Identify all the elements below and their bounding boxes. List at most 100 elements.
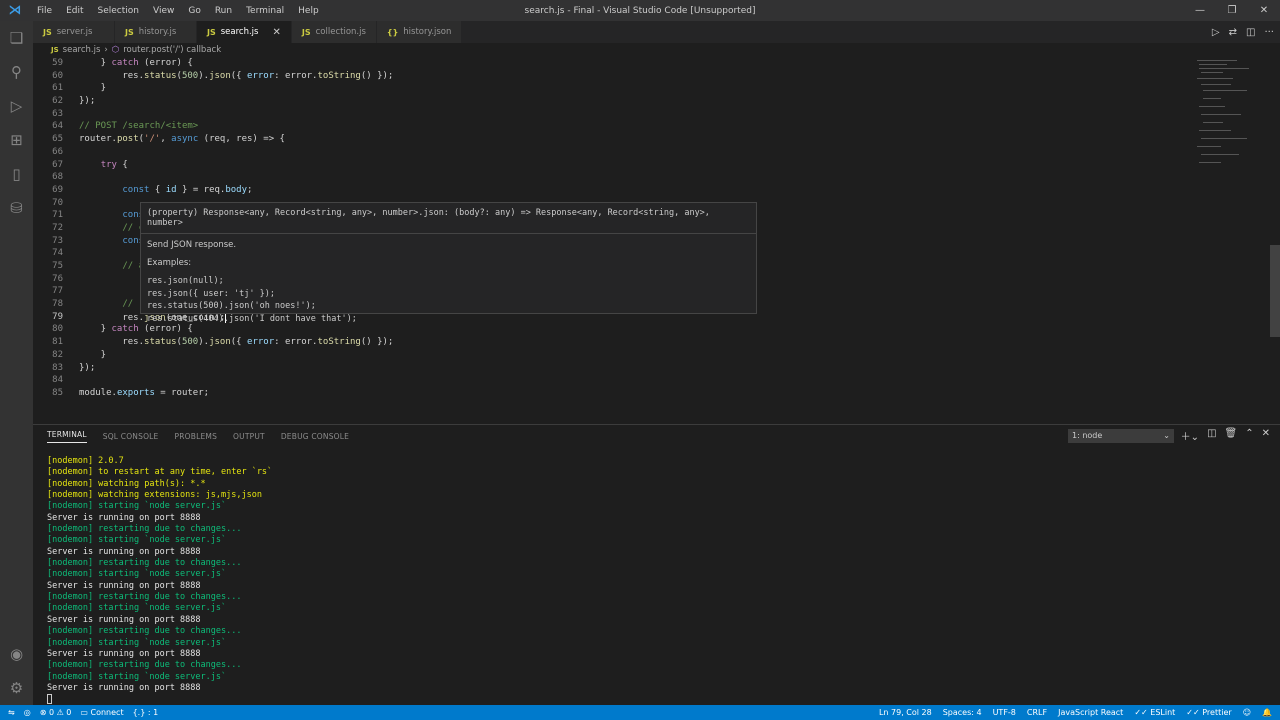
terminal-line: [nodemon] starting `node server.js` [47,569,227,580]
hover-example: res.status(404).json('I dont have that')… [147,313,357,324]
chevron-down-icon: ⌄ [1163,431,1170,440]
hover-example: res.status(500).json('oh noes!'); [147,301,316,311]
breadcrumb-file[interactable]: search.js [63,45,101,55]
terminal-line: [nodemon] starting `node server.js` [47,637,227,648]
tab-label: search.js [220,27,259,37]
search-icon[interactable]: ⚲ [0,55,33,89]
line-ending[interactable]: CRLF [1027,708,1047,717]
new-terminal-icon[interactable]: ＋⌄ [1181,428,1199,443]
language-mode[interactable]: JavaScript React [1058,708,1123,717]
tab-label: server.js [56,27,93,37]
error-count: 0 [48,708,55,717]
js-file-icon: JS [207,27,216,37]
minimize-icon[interactable]: — [1184,0,1216,21]
code-line: 64// POST /search/<item> [52,121,199,132]
code-line: 63 [52,108,63,119]
menu-terminal[interactable]: Terminal [239,6,291,16]
terminal-line: Server is running on port 8888 [47,580,201,591]
extensions-icon[interactable]: ⊞ [0,123,33,157]
account-icon[interactable]: ◉ [0,637,33,671]
breadcrumb: JS search.js › ⬡ router.post('/') callba… [33,43,1280,57]
terminal-line: [nodemon] starting `node server.js` [47,603,227,614]
remote-explorer-icon[interactable]: ▯ [0,157,33,191]
terminal-line: [nodemon] starting `node server.js` [47,535,227,546]
bottom-panel: TERMINAL SQL CONSOLE PROBLEMS OUTPUT DEB… [33,424,1280,705]
tab-collection-js[interactable]: JS collection.js [291,21,377,43]
tab-problems[interactable]: PROBLEMS [175,432,218,441]
menu-selection[interactable]: Selection [91,6,146,16]
split-editor-icon[interactable]: ◫ [1246,27,1255,38]
code-line: 61 } [52,83,107,94]
js-file-icon: JS [51,46,59,54]
function-icon: ⬡ [111,45,120,55]
run-debug-icon[interactable]: ▷ [0,89,33,123]
eslint-status[interactable]: ✓✓ ESLint [1134,708,1175,717]
prettier-status[interactable]: ✓✓ Prettier [1186,708,1231,717]
terminal-line: Server is running on port 8888 [47,546,201,557]
cursor-position[interactable]: Ln 79, Col 28 [879,708,932,717]
tab-debug-console[interactable]: DEBUG CONSOLE [281,432,349,441]
problems-status[interactable]: ⊗ 0 ⚠ 0 [40,708,72,717]
tab-sql-console[interactable]: SQL CONSOLE [103,432,159,441]
tab-terminal[interactable]: TERMINAL [47,430,87,443]
terminal-line: [nodemon] to restart at any time, enter … [47,467,273,478]
trash-icon[interactable]: 🗑 [1225,428,1238,443]
live-share-icon[interactable]: ◎ [24,708,31,717]
breadcrumb-symbol[interactable]: router.post('/') callback [123,45,221,55]
menu-run[interactable]: Run [208,6,239,16]
menu-go[interactable]: Go [181,6,207,16]
code-line: 69 const { id } = req.body; [52,184,253,195]
terminal-line: Server is running on port 8888 [47,648,201,659]
terminal-output[interactable]: [nodemon] 2.0.7 [nodemon] to restart at a… [33,447,1280,706]
menu-view[interactable]: View [146,6,181,16]
split-terminal-icon[interactable]: ◫ [1207,428,1216,443]
misc-status[interactable]: {.} : 1 [133,708,159,717]
run-file-icon[interactable]: ▷ [1212,27,1220,38]
close-tab-icon[interactable]: ✕ [272,27,280,38]
remote-icon[interactable]: ⇋ [8,708,15,717]
code-line: 67 try { [52,159,128,170]
menu-file[interactable]: File [30,6,59,16]
terminal-line: Server is running on port 8888 [47,614,201,625]
tab-search-js[interactable]: JS search.js ✕ [197,21,292,43]
terminal-select[interactable]: 1: node ⌄ [1068,429,1174,443]
terminal-line: Server is running on port 8888 [47,682,201,693]
terminal-line: [nodemon] 2.0.7 [47,456,124,466]
code-line: 85 module.exports = router; [52,387,210,398]
menu-edit[interactable]: Edit [59,6,90,16]
explorer-icon[interactable]: ❏ [0,21,33,55]
editor-scrollbar[interactable] [1270,245,1280,337]
maximize-panel-icon[interactable]: ⌃ [1245,428,1253,443]
js-file-icon: JS [301,27,311,37]
tab-output[interactable]: OUTPUT [233,432,265,441]
more-actions-icon[interactable]: ··· [1264,27,1274,38]
code-line: 65 router.post('/', async (req, res) => { [52,134,285,145]
tab-history-json[interactable]: {} history.json [376,21,463,43]
terminal-line: [nodemon] starting `node server.js` [47,501,227,512]
restore-icon[interactable]: ❐ [1216,0,1248,21]
code-line: 84 [52,375,63,386]
chevron-right-icon: › [104,45,108,55]
notifications-icon[interactable]: 🔔 [1262,708,1272,717]
compare-icon[interactable]: ⇄ [1229,27,1237,38]
code-line: 83}); [52,362,96,373]
code-line: 60 res.status(500).json({ error: error.t… [52,70,394,81]
feedback-icon[interactable]: ☺ [1243,708,1251,717]
settings-gear-icon[interactable]: ⚙ [0,671,33,705]
indentation[interactable]: Spaces: 4 [943,708,982,717]
status-bar: ⇋ ◎ ⊗ 0 ⚠ 0 ▭ Connect {.} : 1 Ln 79, Col… [0,705,1280,720]
menu-help[interactable]: Help [291,6,326,16]
hover-tooltip: (property) Response<any, Record<string, … [140,202,757,324]
close-panel-icon[interactable]: ✕ [1262,428,1270,443]
tab-history-js[interactable]: JS history.js [115,21,197,43]
close-window-icon[interactable]: ✕ [1248,0,1280,21]
database-icon[interactable]: ⛁ [0,191,33,225]
tab-server-js[interactable]: JS server.js [33,21,115,43]
encoding[interactable]: UTF-8 [993,708,1016,717]
connect-status[interactable]: ▭ Connect [80,708,123,717]
hover-example: res.json(null); [147,276,224,286]
minimap[interactable] [1193,58,1269,420]
tab-label: collection.js [315,27,366,37]
warning-count: 0 [66,708,72,717]
terminal-cursor [47,694,52,705]
